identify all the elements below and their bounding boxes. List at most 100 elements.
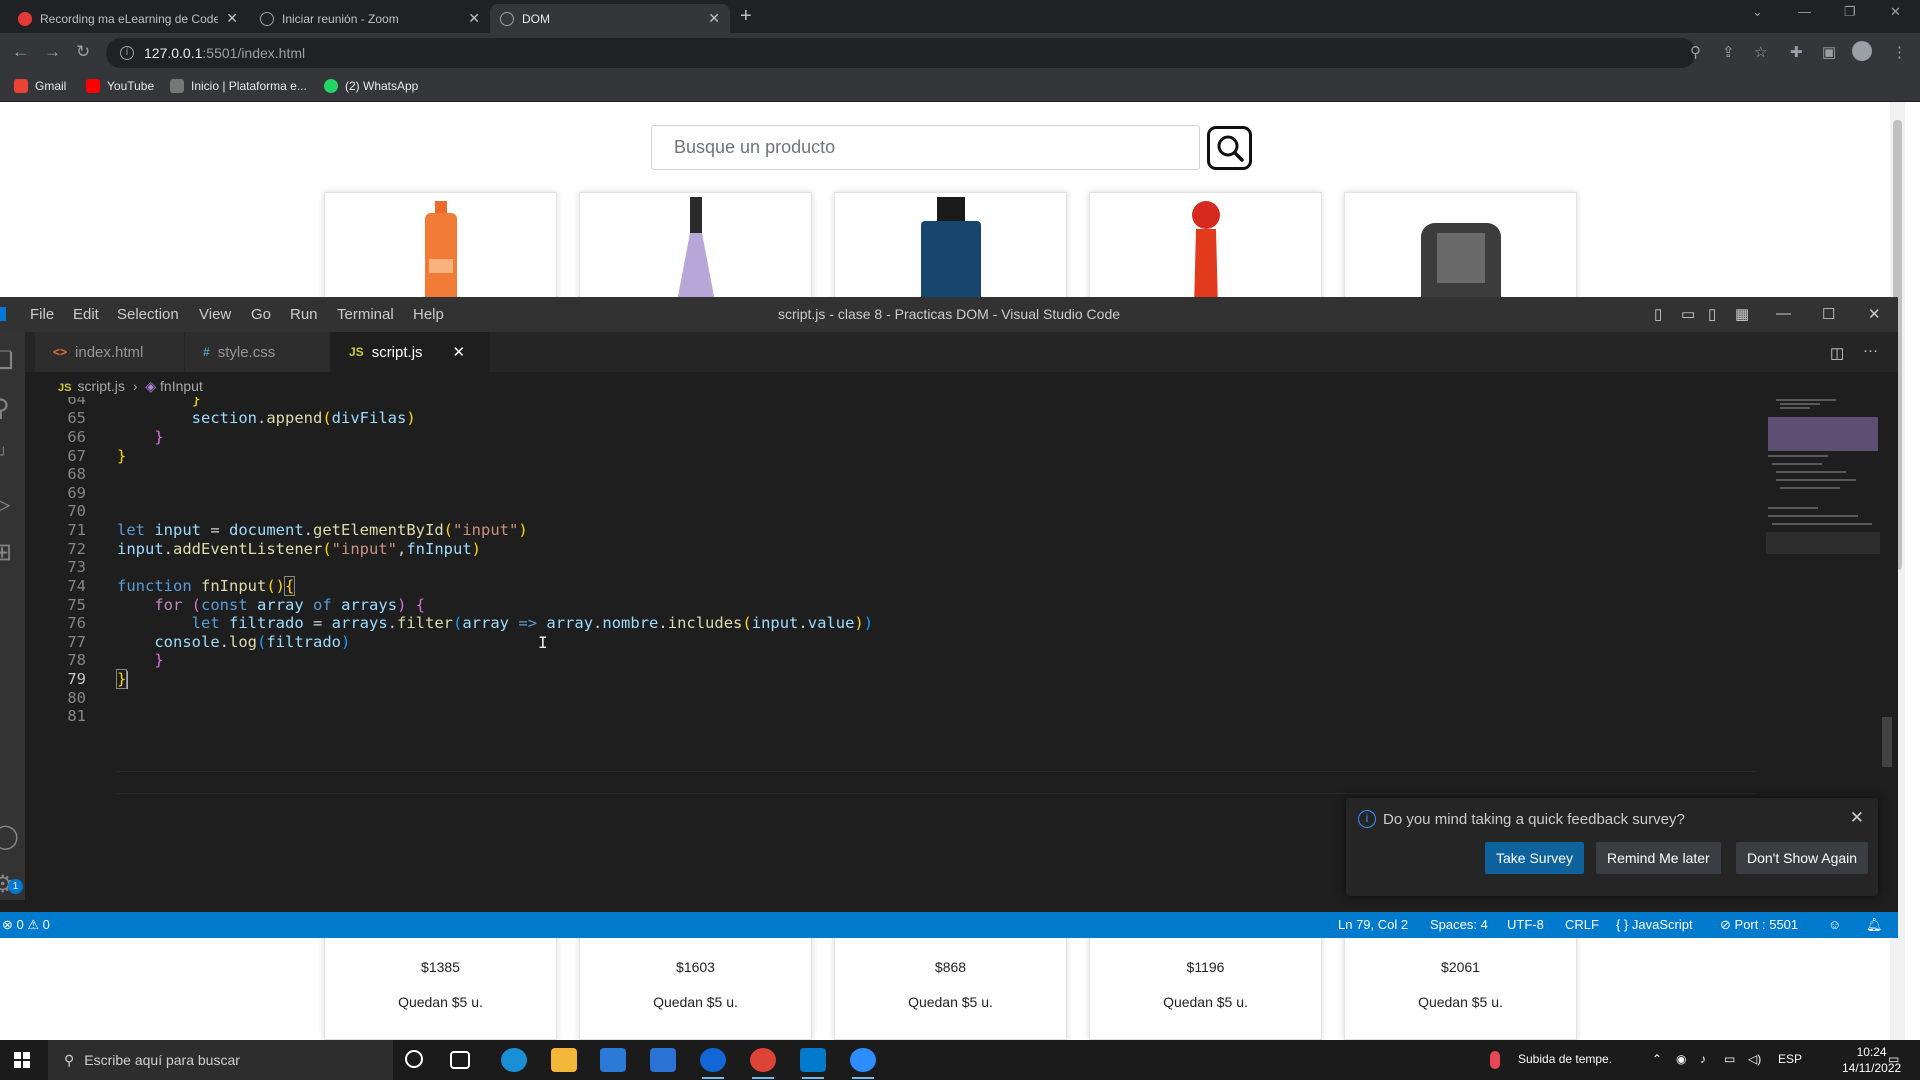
close-icon[interactable]: ✕ [1850,808,1864,828]
account-icon[interactable]: ◯ [0,822,22,852]
bookmark-star-icon[interactable]: ☆ [1754,43,1767,61]
extensions-icon[interactable]: ✚ [1790,43,1803,61]
forward-button[interactable]: → [44,42,61,62]
cursor-position[interactable]: Ln 79, Col 2 [1338,917,1408,932]
tab-search-icon[interactable]: ⌄ [1752,4,1763,20]
microphone-icon[interactable]: ♪ [1700,1052,1706,1066]
product-card-image[interactable] [1344,192,1577,302]
encoding[interactable]: UTF-8 [1507,917,1544,932]
explorer-icon[interactable]: ❏ [0,346,22,376]
mail-icon[interactable] [650,1048,676,1072]
end-of-line[interactable]: CRLF [1565,917,1599,932]
close-window-button[interactable]: ✕ [1868,305,1881,323]
action-center-icon[interactable]: ▭ [1888,1052,1899,1066]
chrome-icon[interactable] [750,1048,776,1079]
taskbar-search-input[interactable]: ⚲ Escribe aquí para buscar [48,1040,393,1080]
live-server-port[interactable]: ⊘ Port : 5501 [1720,917,1798,933]
source-control-icon[interactable]: ⑂ [0,442,22,472]
minimize-button[interactable]: — [1776,305,1791,322]
customize-layout-icon[interactable]: ▦ [1735,305,1749,323]
avatar[interactable] [1852,41,1872,61]
reload-button[interactable]: ↻ [76,42,90,62]
product-card-image[interactable] [324,192,557,302]
toggle-sidebar-icon[interactable]: ▯ [1654,305,1662,323]
product-card[interactable]: Tododia Dátiles y Canela $2061 Quedan $5… [1344,915,1577,1040]
new-tab-button[interactable]: + [740,5,752,28]
notifications-bell-icon[interactable]: 🔔︎ [1866,917,1883,933]
close-tab-icon[interactable]: ✕ [453,343,466,361]
share-icon[interactable]: ⇪ [1722,43,1735,61]
site-info-icon[interactable]: i [120,46,134,60]
back-button[interactable]: ← [12,42,29,62]
tab-style-css[interactable]: # style.css [185,332,330,372]
menu-file[interactable]: File [30,306,54,323]
product-card-image[interactable] [834,192,1067,302]
windows-start-icon[interactable] [14,1052,30,1068]
problems-indicator[interactable]: ⊗ 0 ⚠ 0 [2,917,50,933]
tab-index-html[interactable]: <> index.html [35,332,185,372]
cortana-icon[interactable] [405,1050,423,1068]
close-icon[interactable]: ✕ [226,10,238,27]
zoom-icon[interactable]: ⚲ [1690,43,1701,61]
close-window-button[interactable]: ✕ [1890,4,1901,20]
minimap[interactable] [1766,397,1880,557]
bookmark-gmail[interactable]: Gmail [14,79,66,93]
browser-tab-zoom[interactable]: Iniciar reunión - Zoom ✕ [250,4,490,33]
menu-selection[interactable]: Selection [117,306,179,323]
maximize-button[interactable]: ☐ [1822,305,1835,323]
menu-kebab-icon[interactable]: ⋮ [1892,43,1907,61]
take-survey-button[interactable]: Take Survey [1485,842,1585,874]
more-actions-icon[interactable]: ··· [1863,342,1878,359]
network-icon[interactable]: ▭ [1724,1052,1735,1066]
toggle-secondary-sidebar-icon[interactable]: ▯ [1708,305,1716,323]
language-mode[interactable]: { } JavaScript [1616,917,1693,932]
close-icon[interactable]: ✕ [468,10,480,27]
split-editor-icon[interactable]: ◫ [1830,344,1844,362]
tab-script-js[interactable]: JS script.js ✕ [331,332,491,372]
meet-now-icon[interactable]: ◉ [1676,1052,1686,1066]
restore-button[interactable]: ❐ [1844,4,1856,20]
close-icon[interactable]: ✕ [708,10,720,27]
menu-view[interactable]: View [199,306,231,323]
feedback-icon[interactable]: ☺ [1828,917,1841,932]
run-debug-icon[interactable]: ▷ [0,490,22,520]
breadcrumb-file[interactable]: script.js [77,378,124,394]
menu-go[interactable]: Go [251,306,271,323]
menu-terminal[interactable]: Terminal [337,306,394,323]
browser-tab-coderhouse[interactable]: Recording ma eLearning de Coderh ✕ [8,4,248,33]
browser-tab-dom[interactable]: DOM ✕ [490,4,730,33]
menu-run[interactable]: Run [290,306,318,323]
remind-later-button[interactable]: Remind Me later [1596,842,1721,874]
indentation[interactable]: Spaces: 4 [1430,917,1488,932]
product-search-input[interactable]: Busque un producto [651,125,1200,170]
product-card[interactable]: Manos Ekos Castaña $1385 Quedan $5 u. [324,915,557,1040]
input-language[interactable]: ESP [1778,1052,1802,1066]
dont-show-again-button[interactable]: Don't Show Again [1736,842,1869,874]
chevron-up-icon[interactable]: ⌃ [1652,1052,1662,1066]
product-card[interactable]: Ekos Breu Branco $868 Quedan $5 u. [834,915,1067,1040]
bookmark-youtube[interactable]: YouTube [86,79,154,93]
volume-icon[interactable]: ◁) [1748,1052,1761,1066]
minimize-button[interactable]: — [1798,4,1811,19]
toggle-panel-icon[interactable]: ▭ [1681,305,1695,323]
product-card[interactable]: y Flor de Cassis $1603 Quedan $5 u. [579,915,812,1040]
product-card-image[interactable] [579,192,812,302]
ms-store-icon[interactable] [600,1048,626,1072]
task-view-icon[interactable] [450,1051,470,1069]
edge-icon[interactable] [501,1048,527,1072]
address-bar[interactable]: i 127.0.0.1:5501/index.html [106,38,1696,68]
menu-help[interactable]: Help [413,306,444,323]
breadcrumb-symbol[interactable]: fnInput [160,378,203,394]
weather-text[interactable]: Subida de tempe. [1518,1052,1612,1066]
side-panel-icon[interactable]: ▣ [1822,43,1836,61]
menu-edit[interactable]: Edit [73,306,99,323]
app-icon[interactable] [700,1048,726,1079]
scrollbar-thumb[interactable] [1882,717,1892,767]
zoom-icon[interactable] [850,1048,876,1079]
file-explorer-icon[interactable] [551,1048,577,1072]
extensions-icon[interactable]: ⊞ [0,538,22,568]
vscode-icon[interactable] [800,1048,826,1079]
search-button[interactable] [1207,126,1252,170]
product-card[interactable]: Hojas de Limón y Guanabana $1196 Quedan … [1089,915,1322,1040]
bookmark-coderhouse[interactable]: Inicio | Plataforma e... [170,79,307,93]
